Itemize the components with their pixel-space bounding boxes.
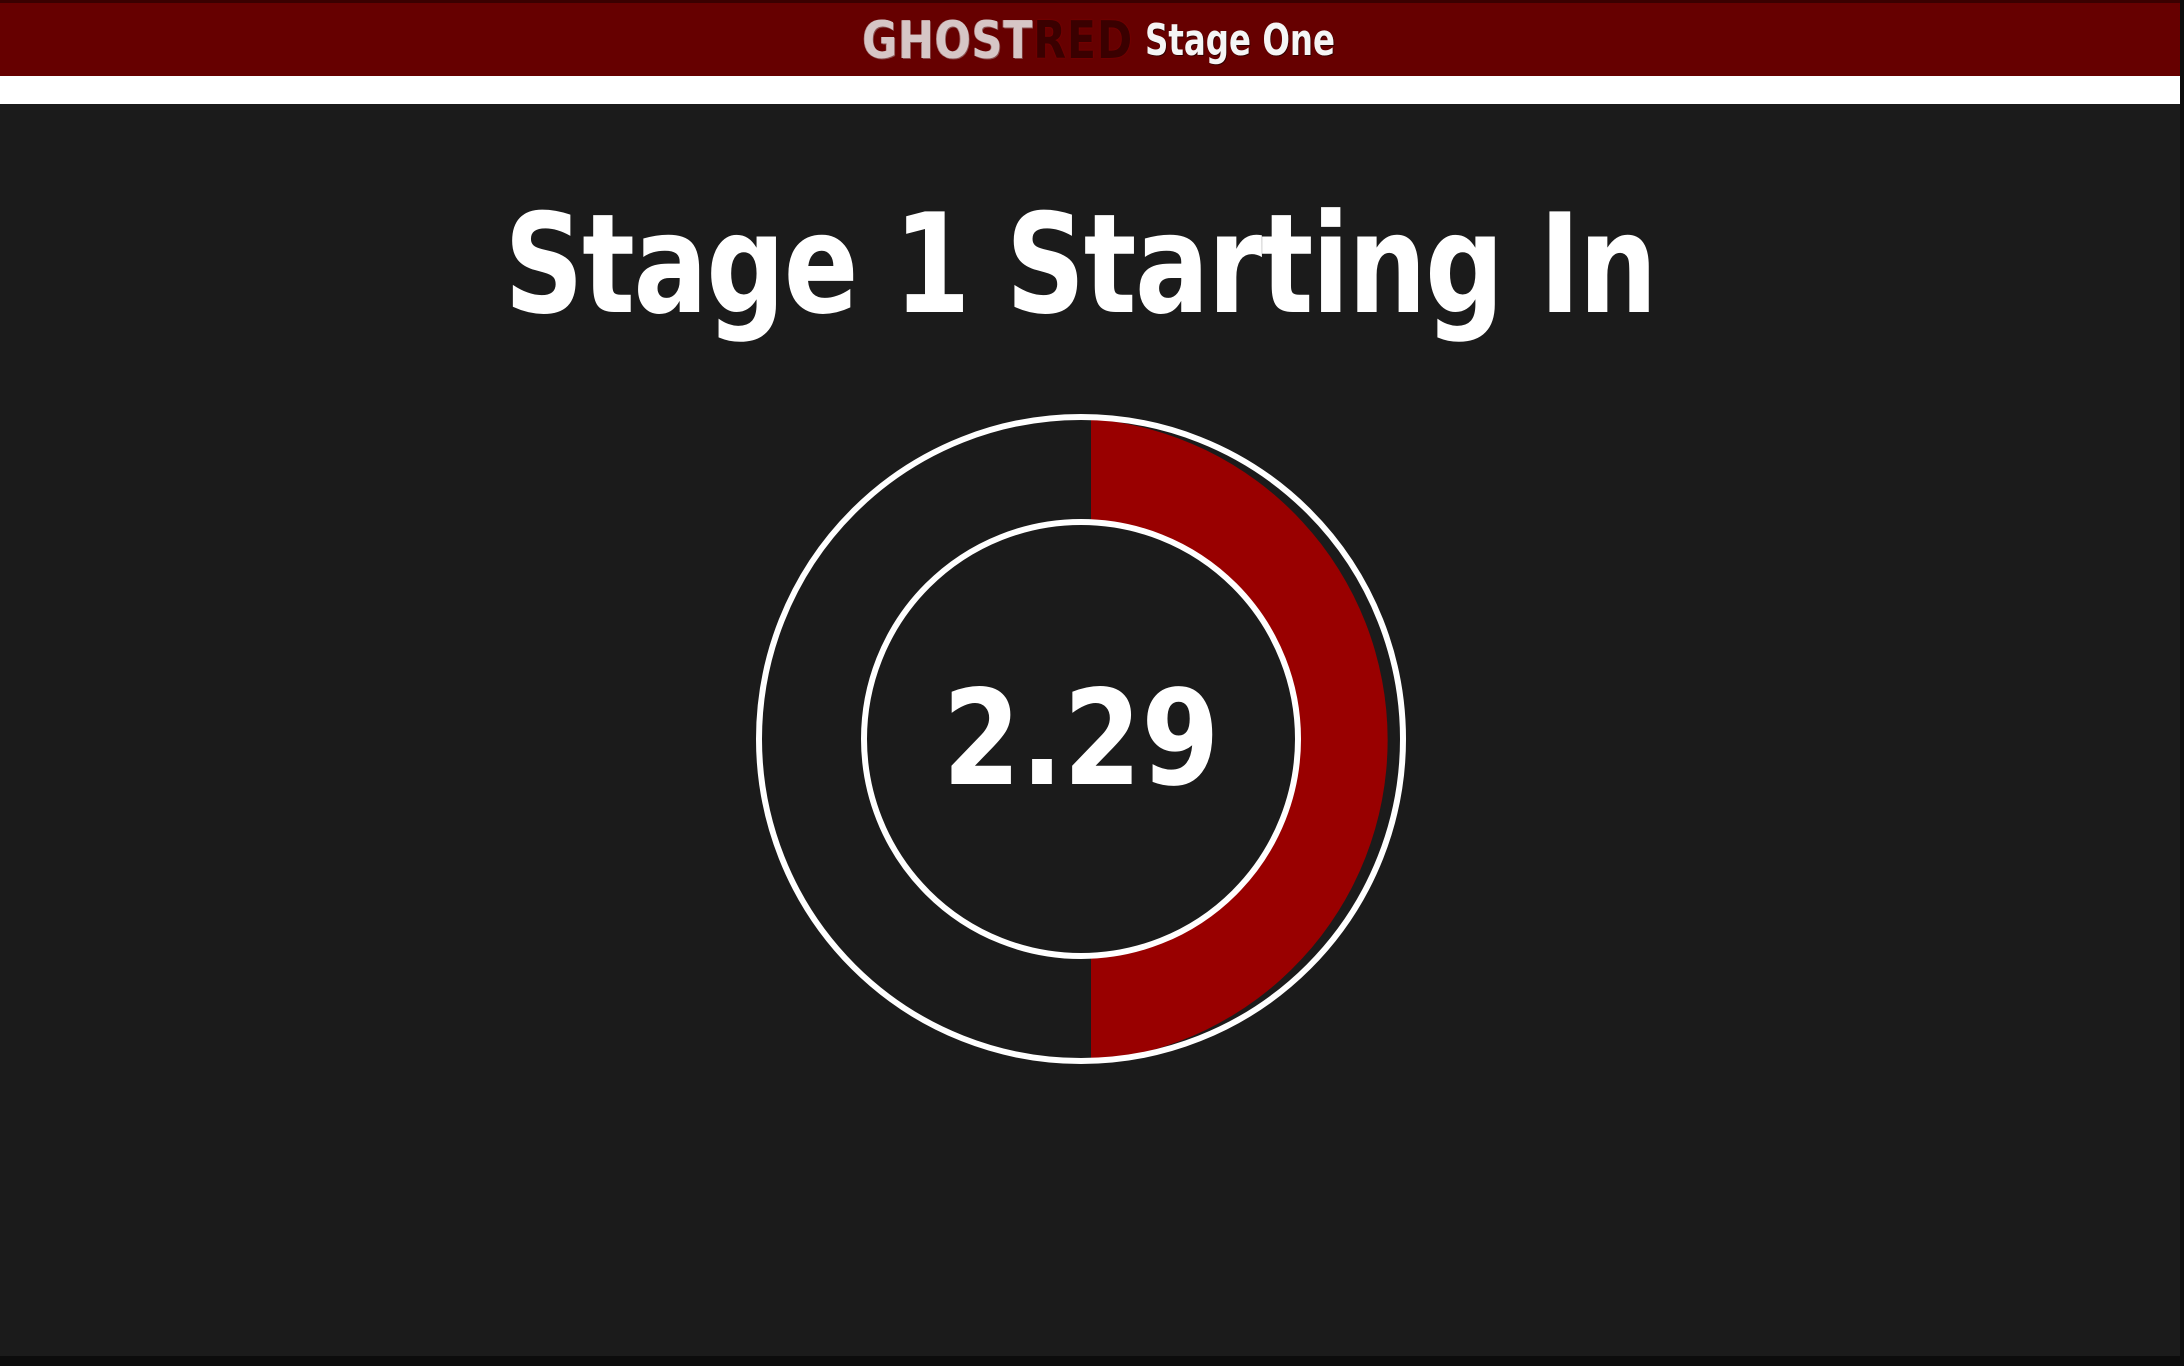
header-divider [0, 76, 2180, 104]
countdown-timer: 2.29 [755, 413, 1407, 1065]
logo-ghost-text: GHOST [862, 11, 1034, 71]
frame-edge-bottom [0, 1356, 2184, 1366]
ghostred-logo: GHOSTRED [862, 9, 1133, 73]
countdown-value: 2.29 [942, 662, 1220, 816]
countdown-heading: Stage 1 Starting In [504, 184, 1657, 345]
header-title: GHOSTRED Stage One [0, 9, 2180, 73]
frame-edge-right [2180, 0, 2184, 1366]
logo-red-text: RED [1033, 11, 1134, 71]
header-bar: GHOSTRED Stage One [0, 0, 2180, 76]
stage-name: Stage One [1145, 15, 1336, 66]
